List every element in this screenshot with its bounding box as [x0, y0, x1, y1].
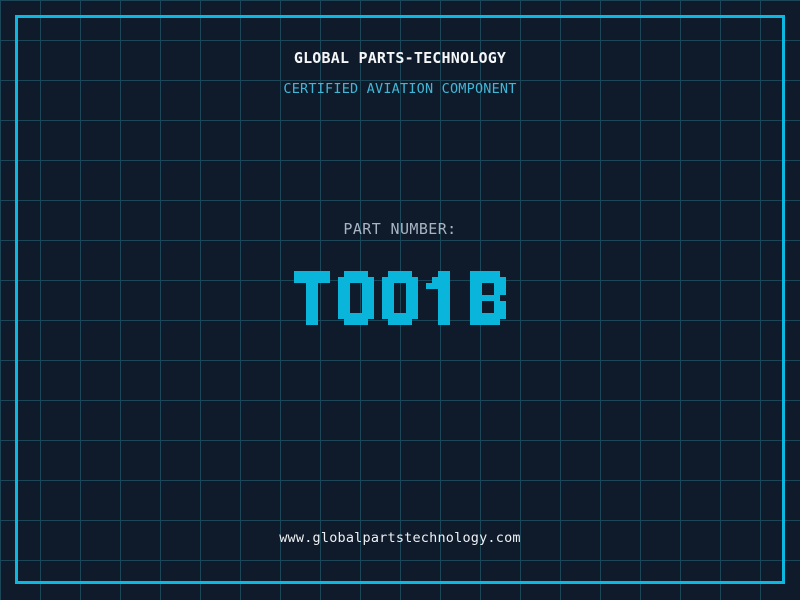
part-certificate-page: GLOBAL PARTS-TECHNOLOGY CERTIFIED AVIATI…: [0, 0, 800, 600]
website-url: www.globalpartstechnology.com: [279, 530, 521, 546]
company-name: GLOBAL PARTS-TECHNOLOGY: [293, 49, 507, 67]
part-number-label: PART NUMBER:: [343, 220, 457, 238]
part-number-char: [470, 271, 506, 325]
part-number-char: [338, 271, 374, 325]
certification-subtitle: CERTIFIED AVIATION COMPONENT: [283, 81, 517, 97]
part-number-char: [294, 271, 330, 325]
part-number-value: [294, 271, 506, 325]
part-number-char: [426, 271, 462, 325]
part-number-char: [382, 271, 418, 325]
